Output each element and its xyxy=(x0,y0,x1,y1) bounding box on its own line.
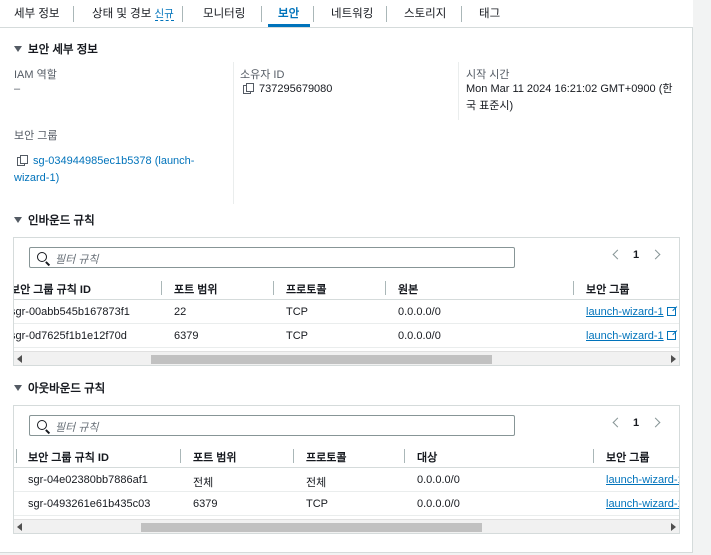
start-time-value: Mon Mar 11 2024 16:21:02 GMT+0900 (한국 표준… xyxy=(466,83,673,112)
security-details-header[interactable]: 보안 세부 정보 xyxy=(14,41,98,57)
new-badge: 신규 xyxy=(154,8,174,21)
prev-page-icon[interactable] xyxy=(612,417,623,428)
security-groups-label: 보안 그룹 xyxy=(14,130,58,142)
active-tab-indicator xyxy=(268,24,310,27)
outbound-rules-header[interactable]: 아웃바운드 규칙 xyxy=(14,380,105,396)
inbound-rules-table: 필터 규칙 1 보안 그룹 규칙 ID 포트 범위 프로토콜 원본 보안 그룹 … xyxy=(13,237,680,366)
security-group-link[interactable]: launch-wizard-1 xyxy=(606,474,679,486)
col-resizer[interactable] xyxy=(16,449,17,463)
copy-icon[interactable] xyxy=(243,83,254,94)
page-number[interactable]: 1 xyxy=(633,417,639,429)
col-resizer[interactable] xyxy=(385,281,386,295)
security-group-link[interactable]: sg-034944985ec1b5378 (launch-wizard-1) xyxy=(14,153,214,187)
tab-details[interactable]: 세부 정보 xyxy=(14,5,60,21)
col-resizer[interactable] xyxy=(593,449,594,463)
inbound-filter-input[interactable]: 필터 규칙 xyxy=(29,247,515,268)
tab-divider xyxy=(386,6,387,22)
outbound-filter-input[interactable]: 필터 규칙 xyxy=(29,415,515,436)
table-header: 보안 그룹 규칙 ID 포트 범위 프로토콜 대상 보안 그룹 xyxy=(14,444,679,468)
col-resizer[interactable] xyxy=(293,449,294,463)
prev-page-icon[interactable] xyxy=(612,249,623,260)
security-group-link[interactable]: launch-wizard-1 xyxy=(586,306,676,318)
next-page-icon[interactable] xyxy=(650,249,661,260)
tab-security[interactable]: 보안 xyxy=(278,5,299,21)
tab-divider xyxy=(261,6,262,22)
page-number[interactable]: 1 xyxy=(633,249,639,261)
outbound-rules-table: 필터 규칙 1 보안 그룹 규칙 ID 포트 범위 프로토콜 대상 보안 그룹 … xyxy=(13,405,680,534)
scroll-left-icon[interactable] xyxy=(17,355,22,363)
owner-id-value: 737295679080 xyxy=(243,81,332,98)
instance-detail-panel: 세부 정보 상태 및 경보 신규 모니터링 보안 네트워킹 스토리지 태그 보안… xyxy=(0,0,693,553)
tab-tags[interactable]: 태그 xyxy=(479,5,500,21)
col-resizer[interactable] xyxy=(573,281,574,295)
external-link-icon xyxy=(666,307,676,316)
table-row[interactable]: sgr-00abb545b167873f1 22 TCP 0.0.0.0/0 l… xyxy=(14,300,679,324)
start-time-label: 시작 시간 xyxy=(466,69,510,81)
iam-role-label: IAM 역할 xyxy=(14,69,57,81)
col-port-range[interactable]: 포트 범위 xyxy=(193,449,237,465)
column-divider xyxy=(458,62,459,120)
col-security-group[interactable]: 보안 그룹 xyxy=(606,449,650,465)
tab-status-alarms[interactable]: 상태 및 경보 신규 xyxy=(92,5,174,21)
col-port-range[interactable]: 포트 범위 xyxy=(174,281,218,297)
scroll-left-icon[interactable] xyxy=(17,523,22,531)
col-rule-id[interactable]: 보안 그룹 규칙 ID xyxy=(14,281,91,297)
tab-divider xyxy=(461,6,462,22)
caret-down-icon xyxy=(14,385,22,391)
search-icon xyxy=(37,252,47,262)
scroll-right-icon[interactable] xyxy=(671,355,676,363)
caret-down-icon xyxy=(14,46,22,52)
external-link-icon xyxy=(666,331,676,340)
tab-storage[interactable]: 스토리지 xyxy=(404,5,446,21)
col-source[interactable]: 원본 xyxy=(398,281,418,297)
tab-monitoring[interactable]: 모니터링 xyxy=(203,5,245,21)
horizontal-scrollbar[interactable] xyxy=(14,519,679,533)
scrollbar-thumb[interactable] xyxy=(151,355,492,364)
col-resizer[interactable] xyxy=(161,281,162,295)
owner-id-label: 소유자 ID xyxy=(240,69,285,81)
col-resizer[interactable] xyxy=(273,281,274,295)
table-row[interactable]: sgr-0493261e61b435c03 6379 TCP 0.0.0.0/0… xyxy=(14,492,679,516)
col-resizer[interactable] xyxy=(404,449,405,463)
inbound-rules-header[interactable]: 인바운드 규칙 xyxy=(14,212,95,228)
col-rule-id[interactable]: 보안 그룹 규칙 ID xyxy=(28,449,109,465)
security-group-link[interactable]: launch-wizard-1 xyxy=(606,498,679,510)
tab-divider xyxy=(73,6,74,22)
table-header: 보안 그룹 규칙 ID 포트 범위 프로토콜 원본 보안 그룹 xyxy=(14,276,679,300)
security-group-link[interactable]: launch-wizard-1 xyxy=(586,330,676,342)
column-divider xyxy=(233,62,234,204)
tab-networking[interactable]: 네트워킹 xyxy=(331,5,373,21)
col-resizer[interactable] xyxy=(180,449,181,463)
col-destination[interactable]: 대상 xyxy=(417,449,437,465)
table-row[interactable]: sgr-0d7625f1b1e12f70d 6379 TCP 0.0.0.0/0… xyxy=(14,324,679,348)
col-security-group[interactable]: 보안 그룹 xyxy=(586,281,630,297)
iam-role-value: – xyxy=(14,83,21,95)
tab-bar: 세부 정보 상태 및 경보 신규 모니터링 보안 네트워킹 스토리지 태그 xyxy=(0,0,693,28)
col-protocol[interactable]: 프로토콜 xyxy=(306,449,346,465)
horizontal-scrollbar[interactable] xyxy=(14,351,679,365)
tab-divider xyxy=(182,6,183,22)
col-protocol[interactable]: 프로토콜 xyxy=(286,281,326,297)
next-page-icon[interactable] xyxy=(650,417,661,428)
table-row[interactable]: sgr-04e02380bb7886af1 전체 전체 0.0.0.0/0 la… xyxy=(14,468,679,492)
scrollbar-thumb[interactable] xyxy=(141,523,482,532)
caret-down-icon xyxy=(14,217,22,223)
tab-divider xyxy=(313,6,314,22)
search-icon xyxy=(37,420,47,430)
copy-icon[interactable] xyxy=(17,155,28,166)
scroll-right-icon[interactable] xyxy=(671,523,676,531)
